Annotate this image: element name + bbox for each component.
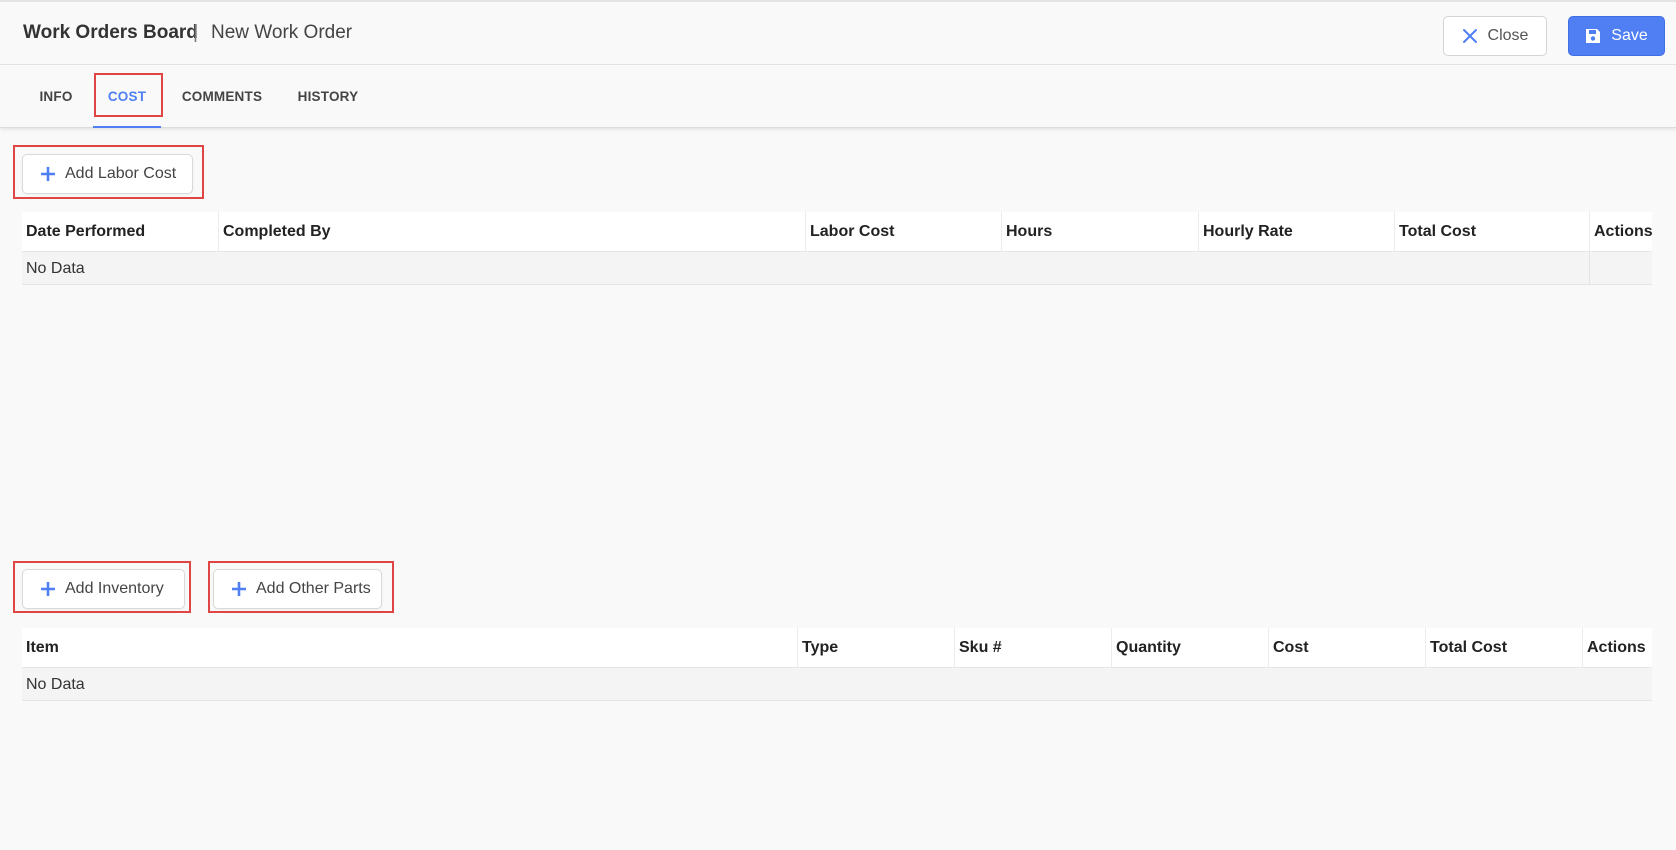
parts-table: Item Type Sku # Quantity Cost Total Cost… [22, 628, 1652, 701]
column-header: Actions [1589, 212, 1653, 252]
column-header[interactable]: Total Cost [1394, 212, 1589, 252]
labor-cost-table: Date Performed Completed By Labor Cost H… [22, 212, 1653, 285]
actions-column-divider [1589, 252, 1590, 285]
tab-info[interactable]: INFO [30, 65, 82, 128]
plus-icon [232, 582, 246, 596]
page-title: New Work Order [211, 22, 353, 43]
empty-message: No Data [26, 675, 85, 693]
tab-cost[interactable]: COST [93, 65, 161, 128]
column-header[interactable]: Labor Cost [805, 212, 1001, 252]
add-other-parts-button[interactable]: Add Other Parts [213, 569, 382, 609]
tab-bar: INFO COST COMMENTS HISTORY [0, 65, 1676, 128]
column-header: Actions [1582, 628, 1652, 668]
plus-icon [41, 582, 55, 596]
close-button-label: Close [1487, 27, 1529, 44]
plus-icon [41, 167, 55, 181]
column-header[interactable]: Quantity [1111, 628, 1268, 668]
tab-comments[interactable]: COMMENTS [178, 65, 266, 128]
breadcrumb-separator: | [193, 22, 198, 43]
tab-history[interactable]: HISTORY [292, 65, 364, 128]
close-button[interactable]: Close [1443, 16, 1547, 56]
floppy-disk-icon [1585, 28, 1601, 44]
parts-table-empty-row: No Data [22, 668, 1652, 701]
column-header[interactable]: Hourly Rate [1198, 212, 1394, 252]
column-header[interactable]: Completed By [218, 212, 805, 252]
add-labor-cost-button[interactable]: Add Labor Cost [22, 154, 193, 194]
parts-table-header: Item Type Sku # Quantity Cost Total Cost… [22, 628, 1652, 668]
save-button-label: Save [1611, 27, 1648, 44]
empty-message: No Data [26, 259, 85, 277]
add-labor-cost-label: Add Labor Cost [65, 165, 177, 182]
column-header[interactable]: Cost [1268, 628, 1425, 668]
breadcrumb-board[interactable]: Work Orders Board [23, 22, 198, 44]
labor-table-header: Date Performed Completed By Labor Cost H… [22, 212, 1653, 252]
add-inventory-label: Add Inventory [65, 580, 164, 597]
column-header[interactable]: Sku # [954, 628, 1111, 668]
save-button[interactable]: Save [1568, 16, 1665, 56]
page-header: Work Orders Board | New Work Order Close… [0, 2, 1676, 65]
column-header[interactable]: Item [22, 628, 797, 668]
add-inventory-button[interactable]: Add Inventory [22, 569, 185, 609]
close-icon [1462, 28, 1478, 44]
add-other-parts-label: Add Other Parts [256, 580, 371, 597]
column-header[interactable]: Total Cost [1425, 628, 1582, 668]
column-header[interactable]: Hours [1001, 212, 1198, 252]
column-header[interactable]: Date Performed [22, 212, 218, 252]
column-header[interactable]: Type [797, 628, 954, 668]
labor-table-empty-row: No Data [22, 252, 1652, 285]
